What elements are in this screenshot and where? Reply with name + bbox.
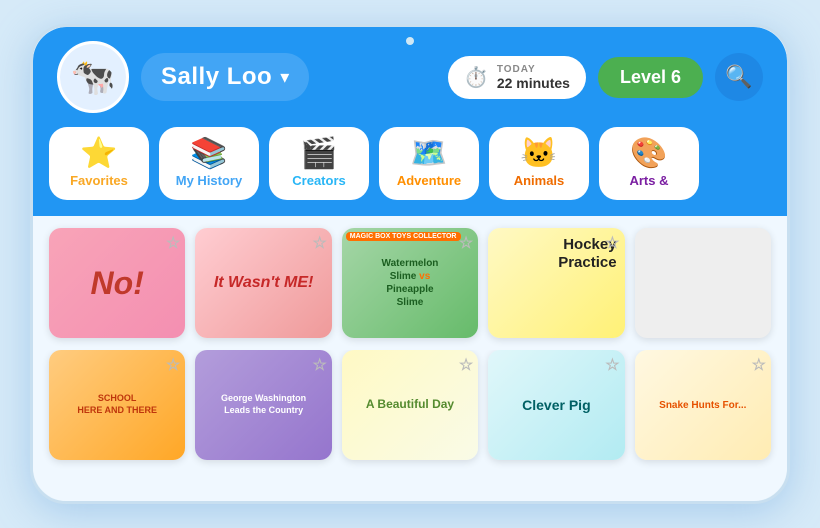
book-wasnt-star: ☆	[312, 233, 326, 253]
adventure-icon: 🗺️	[410, 139, 447, 169]
book-snake-title: Snake Hunts For...	[659, 399, 746, 412]
book-hockey[interactable]: HockeyPractice ☆	[488, 228, 624, 338]
animals-icon: 🐱	[520, 139, 557, 169]
category-arts[interactable]: 🎨 Arts &	[599, 127, 699, 200]
book-wasnt-title: It Wasn't ME!	[214, 274, 314, 292]
book-snake-star: ☆	[752, 355, 766, 375]
book-grid-row1: No! ☆ It Wasn't ME! ☆ MAGIC BOX TOYS COL…	[33, 216, 787, 350]
book-hockey-star: ☆	[605, 233, 619, 253]
book-beautiful-star: ☆	[459, 355, 473, 375]
book-school[interactable]: SCHOOLHERE AND THERE ☆	[49, 350, 185, 460]
user-name: Sally Loo	[161, 63, 272, 91]
timer-minutes-value: 22 minutes	[497, 75, 570, 91]
user-selector-button[interactable]: Sally Loo ▾	[141, 53, 309, 101]
history-icon: 📚	[190, 139, 227, 169]
book-no-title: No!	[91, 265, 144, 302]
adventure-label: Adventure	[397, 173, 461, 188]
timer-badge: ⏱️ TODAY 22 minutes	[448, 56, 586, 99]
creators-label: Creators	[292, 173, 345, 188]
timer-today-label: TODAY	[497, 64, 570, 75]
dropdown-arrow-icon: ▾	[280, 67, 289, 88]
category-creators[interactable]: 🎬 Creators	[269, 127, 369, 200]
book-clever-star: ☆	[605, 355, 619, 375]
category-animals[interactable]: 🐱 Animals	[489, 127, 589, 200]
book-watermelon-top-label: MAGIC BOX TOYS COLLECTOR	[346, 232, 461, 241]
book-george-title: George WashingtonLeads the Country	[221, 393, 306, 416]
book-george-star: ☆	[312, 355, 326, 375]
book-clever-title: Clever Pig	[522, 397, 590, 413]
search-icon: 🔍	[725, 64, 752, 90]
book-watermelon-title: WatermelonSlime vsPineappleSlime	[382, 257, 439, 309]
avatar-cow-icon: 🐄	[60, 43, 126, 111]
category-history[interactable]: 📚 My History	[159, 127, 259, 200]
level-badge-button[interactable]: Level 6	[598, 57, 703, 98]
book-george[interactable]: George WashingtonLeads the Country ☆	[195, 350, 331, 460]
book-clever[interactable]: Clever Pig ☆	[488, 350, 624, 460]
front-camera	[406, 37, 414, 45]
favorites-label: Favorites	[70, 173, 128, 188]
book-school-star: ☆	[166, 355, 180, 375]
book-no[interactable]: No! ☆	[49, 228, 185, 338]
tablet-inner: 🐄 Sally Loo ▾ ⏱️ TODAY 22 minutes Level …	[33, 27, 787, 501]
avatar: 🐄	[57, 41, 129, 113]
book-hockey-title: HockeyPractice	[496, 236, 616, 272]
book-wasnt[interactable]: It Wasn't ME! ☆	[195, 228, 331, 338]
timer-icon: ⏱️	[464, 65, 489, 90]
book-watermelon-star: ☆	[459, 233, 473, 253]
arts-icon: 🎨	[630, 139, 667, 169]
book-grid-row2: SCHOOLHERE AND THERE ☆ George Washington…	[33, 350, 787, 472]
animals-label: Animals	[514, 173, 565, 188]
history-label: My History	[176, 173, 242, 188]
book-beautiful-title: A Beautiful Day	[366, 397, 454, 413]
favorites-icon: ⭐	[80, 139, 117, 169]
book-slot1	[635, 228, 771, 338]
book-no-star: ☆	[166, 233, 180, 253]
book-beautiful[interactable]: A Beautiful Day ☆	[342, 350, 478, 460]
book-school-title: SCHOOLHERE AND THERE	[77, 393, 157, 416]
search-button[interactable]: 🔍	[715, 53, 763, 101]
tablet-frame: 🐄 Sally Loo ▾ ⏱️ TODAY 22 minutes Level …	[30, 24, 790, 504]
book-snake[interactable]: Snake Hunts For... ☆	[635, 350, 771, 460]
book-watermelon[interactable]: MAGIC BOX TOYS COLLECTOR WatermelonSlime…	[342, 228, 478, 338]
category-adventure[interactable]: 🗺️ Adventure	[379, 127, 479, 200]
arts-label: Arts &	[629, 173, 668, 188]
category-favorites[interactable]: ⭐ Favorites	[49, 127, 149, 200]
creators-icon: 🎬	[300, 139, 337, 169]
category-bar: ⭐ Favorites 📚 My History 🎬 Creators 🗺️ A…	[33, 127, 787, 216]
